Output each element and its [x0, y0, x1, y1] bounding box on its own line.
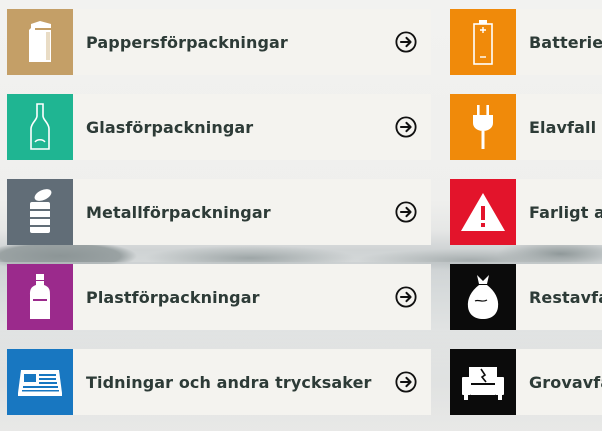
category-card-tidningar[interactable]: Tidningar och andra trycksaker [7, 349, 431, 415]
armchair-icon [462, 367, 504, 400]
category-icon-box [450, 264, 516, 330]
arrow-right-circle-icon[interactable] [395, 116, 417, 138]
category-icon-box [7, 94, 73, 160]
category-icon-box [450, 9, 516, 75]
arrow-right-circle-icon[interactable] [395, 286, 417, 308]
plug-icon [473, 105, 493, 149]
warning-icon [461, 193, 505, 231]
category-label: Metallförpackningar [86, 202, 271, 222]
category-card-grovavfall[interactable]: Grovavfal [450, 349, 602, 415]
category-card-glasforpackningar[interactable]: Glasförpackningar [7, 94, 431, 160]
category-card-plastforpackningar[interactable]: Plastförpackningar [7, 264, 431, 330]
newspaper-icon [18, 370, 62, 396]
category-label: Plastförpackningar [86, 287, 260, 307]
category-icon-box [450, 179, 516, 245]
category-card-elavfall[interactable]: Elavfall [450, 94, 602, 160]
category-icon-box [7, 9, 73, 75]
category-card-batterier[interactable]: Batterier [450, 9, 602, 75]
trash-bag-icon [467, 275, 499, 319]
category-label: Batterier [529, 32, 602, 52]
metal-can-icon [30, 189, 52, 233]
category-label: Restavfal [529, 287, 602, 307]
category-label: Farligt av [529, 202, 602, 222]
category-card-farligt-avfall[interactable]: Farligt av [450, 179, 602, 245]
category-card-restavfall[interactable]: Restavfal [450, 264, 602, 330]
arrow-right-circle-icon[interactable] [395, 371, 417, 393]
category-icon-box [7, 349, 73, 415]
paper-carton-icon [29, 21, 51, 62]
glass-bottle-icon [30, 103, 50, 150]
battery-icon [473, 20, 493, 65]
category-icon-box [450, 94, 516, 160]
arrow-right-circle-icon[interactable] [395, 31, 417, 53]
category-label: Grovavfal [529, 372, 602, 392]
category-label: Tidningar och andra trycksaker [86, 372, 372, 392]
plastic-bottle-icon [30, 274, 50, 319]
category-label: Glasförpackningar [86, 117, 254, 137]
category-icon-box [450, 349, 516, 415]
arrow-right-circle-icon[interactable] [395, 201, 417, 223]
category-card-metallforpackningar[interactable]: Metallförpackningar [7, 179, 431, 245]
category-label: Pappersförpackningar [86, 32, 288, 52]
category-card-pappersforpackningar[interactable]: Pappersförpackningar [7, 9, 431, 75]
category-label: Elavfall [529, 117, 597, 137]
category-icon-box [7, 264, 73, 330]
category-icon-box [7, 179, 73, 245]
